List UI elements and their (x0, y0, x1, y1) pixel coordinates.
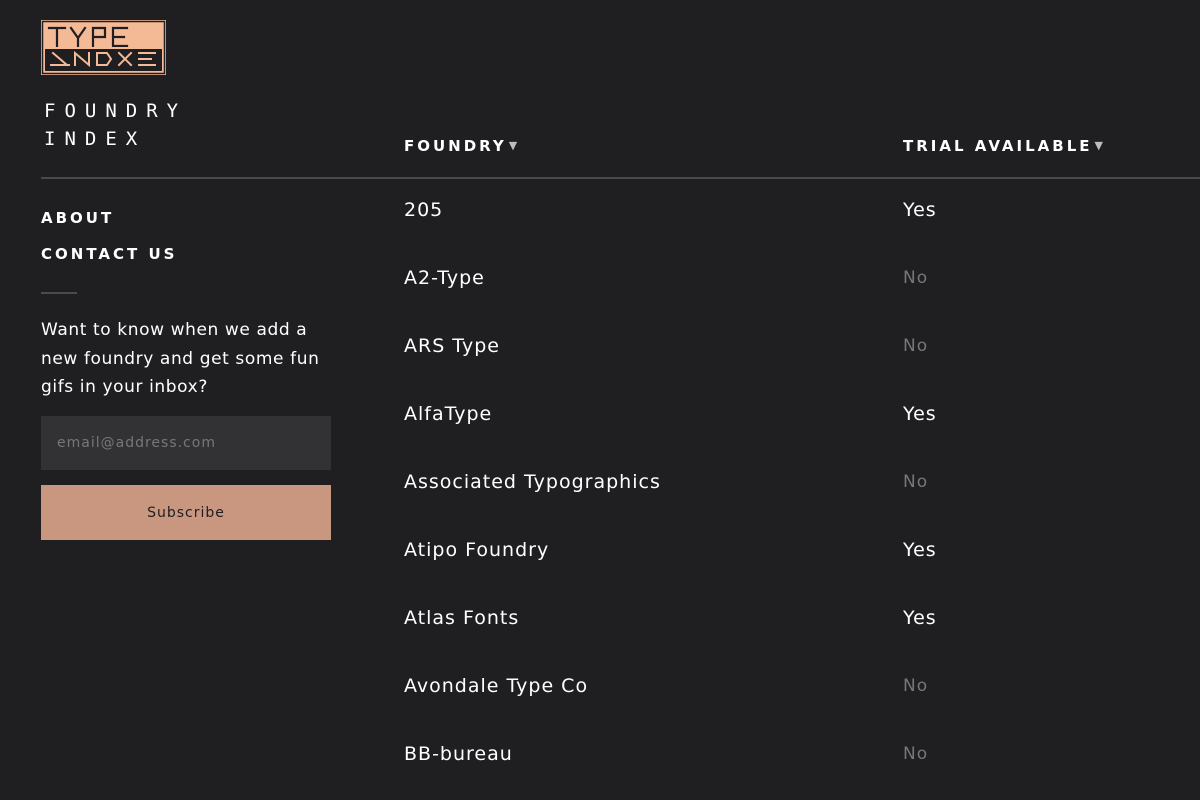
page: FOUNDRY INDEX FOUNDRY ▼ TRIAL AVAILABLE ▼ … (0, 0, 1200, 800)
table-row[interactable]: Atipo Foundry Yes (0, 536, 1200, 604)
site-name: FOUNDRY INDEX (44, 97, 187, 153)
foundry-name[interactable]: Associated Typographics (404, 471, 661, 493)
triangle-down-icon: ▼ (1094, 139, 1103, 152)
table-row[interactable]: A2-Type No (0, 264, 1200, 332)
trial-available-value: Yes (903, 403, 937, 425)
trial-available-value: No (903, 676, 929, 696)
foundry-table-body: 205 Yes A2-Type No ARS Type No AlfaType … (0, 196, 1200, 800)
foundry-name[interactable]: 205 (404, 199, 443, 221)
trial-available-value: Yes (903, 539, 937, 561)
foundry-name[interactable]: Atipo Foundry (404, 539, 549, 561)
trial-available-value: Yes (903, 607, 937, 629)
table-row[interactable]: AlfaType Yes (0, 400, 1200, 468)
column-header-foundry-label: FOUNDRY (404, 137, 507, 155)
trial-available-value: No (903, 268, 929, 288)
foundry-name[interactable]: ARS Type (404, 335, 500, 357)
foundry-name[interactable]: Avondale Type Co (404, 675, 588, 697)
site-name-line-1: FOUNDRY (44, 100, 188, 122)
foundry-name[interactable]: BB-bureau (404, 743, 513, 765)
logo-graphic (41, 20, 166, 75)
trial-available-value: Yes (903, 199, 937, 221)
table-row[interactable]: Associated Typographics No (0, 468, 1200, 536)
column-header-trial-label: TRIAL AVAILABLE (903, 137, 1093, 155)
column-header-foundry[interactable]: FOUNDRY ▼ (404, 137, 517, 155)
table-row[interactable]: ARS Type No (0, 332, 1200, 400)
column-header-trial-available[interactable]: TRIAL AVAILABLE ▼ (903, 137, 1103, 155)
table-row[interactable]: Avondale Type Co No (0, 672, 1200, 740)
header-divider (41, 177, 1200, 179)
trial-available-value: No (903, 472, 929, 492)
triangle-down-icon: ▼ (508, 139, 518, 152)
foundry-name[interactable]: AlfaType (404, 403, 492, 425)
foundry-name[interactable]: A2-Type (404, 267, 485, 289)
table-row[interactable]: 205 Yes (0, 196, 1200, 264)
foundry-name[interactable]: Atlas Fonts (404, 607, 519, 629)
table-row[interactable]: BB-bureau No (0, 740, 1200, 800)
site-name-line-2: INDEX (44, 128, 147, 150)
trial-available-value: No (903, 336, 929, 356)
trial-available-value: No (903, 744, 929, 764)
type-index-logo[interactable] (41, 20, 166, 75)
table-row[interactable]: Atlas Fonts Yes (0, 604, 1200, 672)
